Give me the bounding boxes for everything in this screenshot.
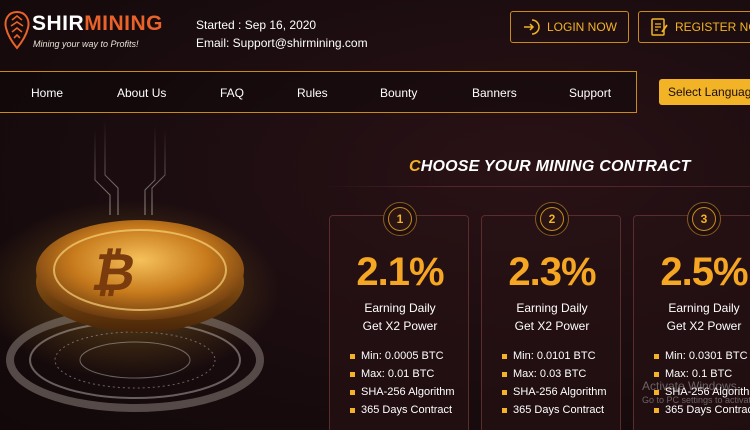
- main-nav: Home About Us FAQ Rules Bounty Banners S…: [0, 71, 637, 113]
- register-label: REGISTER NOW: [675, 20, 750, 34]
- plan-card-1[interactable]: 1 2.1% Earning Daily Get X2 Power Min: 0…: [329, 202, 470, 430]
- login-arrow-icon: [521, 17, 541, 37]
- nav-item-rules[interactable]: Rules: [297, 86, 328, 100]
- plan-feature-algorithm: SHA-256 Algorithm: [502, 383, 607, 401]
- brand-name-orange: MINING: [84, 12, 164, 35]
- brand-name: SHIRMINING: [32, 12, 163, 36]
- plan-feature-duration: 365 Days Contract: [350, 401, 455, 419]
- section-divider: [320, 186, 750, 187]
- plan-earning-label: Earning Daily: [668, 301, 740, 315]
- section-heading: CHOOSE YOUR MINING CONTRACT: [409, 158, 691, 176]
- plan-feature-max: Max: 0.03 BTC: [502, 365, 607, 383]
- plan-features: Min: 0.0101 BTC Max: 0.03 BTC SHA-256 Al…: [502, 347, 607, 419]
- plan-number-badge: 2: [535, 202, 569, 236]
- started-date: Started : Sep 16, 2020: [196, 18, 317, 32]
- login-label: LOGIN NOW: [547, 20, 618, 34]
- top-bar: SHIRMINING Mining your way to Profits! S…: [0, 0, 750, 62]
- heading-rest: HOOSE YOUR MINING CONTRACT: [420, 158, 691, 175]
- plan-features: Min: 0.0005 BTC Max: 0.01 BTC SHA-256 Al…: [350, 347, 455, 419]
- plan-number-badge: 3: [687, 202, 721, 236]
- heading-first-letter: C: [409, 158, 421, 175]
- select-language-button[interactable]: Select Language: [659, 79, 750, 105]
- watermark-title: Activate Windows: [642, 379, 737, 393]
- bitcoin-circuit-logo-icon: [4, 10, 30, 50]
- nav-item-home[interactable]: Home: [31, 86, 63, 100]
- bitcoin-coin-icon: ₿: [0, 120, 280, 412]
- plan-number: 3: [692, 207, 716, 231]
- plan-feature-algorithm: SHA-256 Algorithm: [350, 383, 455, 401]
- plan-power-label: Get X2 Power: [514, 319, 590, 333]
- nav-item-about[interactable]: About Us: [117, 86, 166, 100]
- page: ₿ SHIRMINING Mining your way to Profits!…: [0, 0, 750, 430]
- plan-feature-min: Min: 0.0301 BTC: [654, 347, 750, 365]
- plan-feature-duration: 365 Days Contract: [502, 401, 607, 419]
- plan-feature-min: Min: 0.0005 BTC: [350, 347, 455, 365]
- plan-power-label: Get X2 Power: [666, 319, 742, 333]
- brand-tagline: Mining your way to Profits!: [33, 39, 139, 49]
- support-email[interactable]: Email: Support@shirmining.com: [196, 34, 368, 52]
- plan-earning-label: Earning Daily: [364, 301, 436, 315]
- nav-item-faq[interactable]: FAQ: [220, 86, 244, 100]
- hero-illustration: ₿: [0, 120, 320, 430]
- plan-number-badge: 1: [383, 202, 417, 236]
- windows-activation-watermark: Activate Windows Go to PC settings to ac…: [642, 379, 750, 407]
- plan-earning-label: Earning Daily: [516, 301, 588, 315]
- nav-item-banners[interactable]: Banners: [472, 86, 517, 100]
- plan-description: Earning Daily Get X2 Power: [482, 299, 622, 335]
- site-info: Started : Sep 16, 2020 Email: Support@sh…: [196, 16, 368, 52]
- brand-logo[interactable]: SHIRMINING Mining your way to Profits!: [2, 8, 172, 54]
- brand-name-white: SHIR: [32, 12, 85, 35]
- plan-number: 1: [388, 207, 412, 231]
- nav-item-support[interactable]: Support: [569, 86, 611, 100]
- plan-card-2[interactable]: 2 2.3% Earning Daily Get X2 Power Min: 0…: [481, 202, 622, 430]
- plan-power-label: Get X2 Power: [362, 319, 438, 333]
- plan-number: 2: [540, 207, 564, 231]
- nav-item-bounty[interactable]: Bounty: [380, 86, 417, 100]
- login-button[interactable]: LOGIN NOW: [510, 11, 629, 43]
- plan-rate: 2.3%: [508, 250, 596, 294]
- plan-rate: 2.1%: [356, 250, 444, 294]
- register-button[interactable]: REGISTER NOW: [638, 11, 750, 43]
- plan-feature-max: Max: 0.01 BTC: [350, 365, 455, 383]
- plan-rate: 2.5%: [660, 250, 748, 294]
- plan-feature-min: Min: 0.0101 BTC: [502, 347, 607, 365]
- register-form-icon: [649, 17, 669, 37]
- watermark-subtitle: Go to PC settings to activate Windows.: [642, 395, 750, 405]
- plan-description: Earning Daily Get X2 Power: [634, 299, 750, 335]
- plan-description: Earning Daily Get X2 Power: [330, 299, 470, 335]
